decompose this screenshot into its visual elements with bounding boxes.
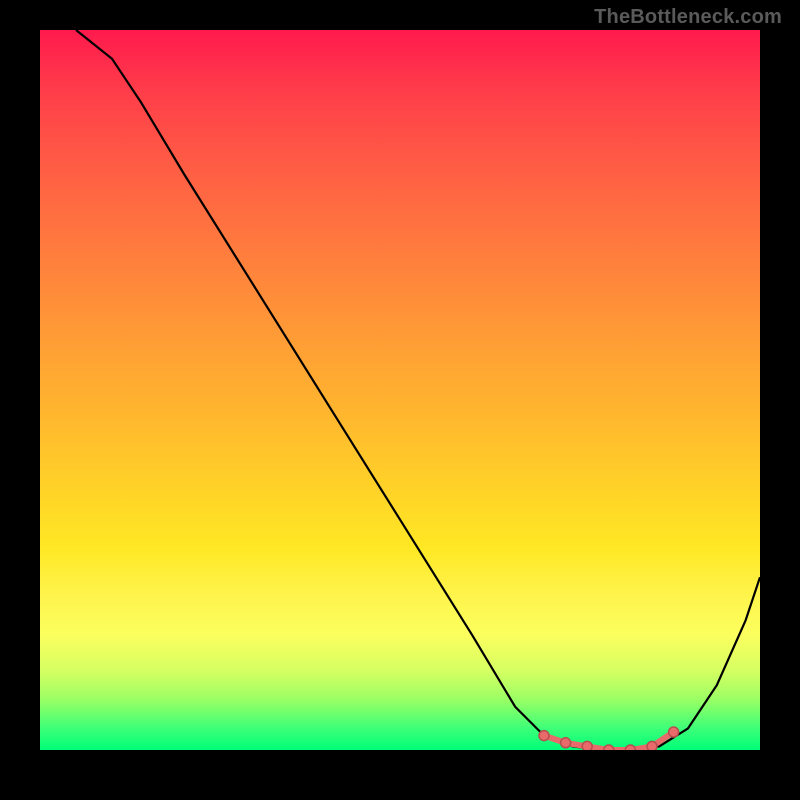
plot-area <box>40 30 760 750</box>
watermark-text: TheBottleneck.com <box>594 6 782 29</box>
chart-container: TheBottleneck.com <box>0 0 800 800</box>
highlight-dot <box>582 741 592 750</box>
curve-line <box>76 30 760 750</box>
highlight-dot <box>561 738 571 748</box>
highlight-dot <box>647 741 657 750</box>
chart-svg <box>40 30 760 750</box>
highlight-dot <box>669 727 679 737</box>
highlight-dot <box>539 731 549 741</box>
highlight-dot <box>604 745 614 750</box>
highlight-dot <box>625 745 635 750</box>
